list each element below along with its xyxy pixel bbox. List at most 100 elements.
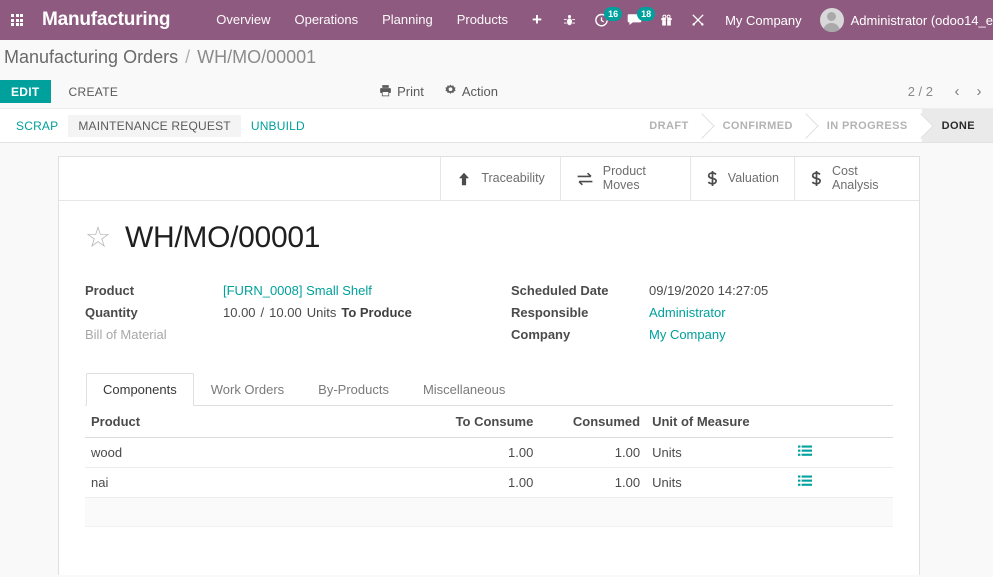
control-panel-actions: Print Action [379, 75, 498, 108]
cell-empty [386, 497, 540, 527]
pager: 2 / 2 ‹ › [908, 75, 993, 108]
list-details-icon[interactable] [797, 445, 812, 459]
smart-button-spacer [59, 157, 442, 200]
add-new-button[interactable]: + [520, 0, 554, 40]
menu-item-operations[interactable]: Operations [282, 0, 370, 40]
status-pipeline: DRAFT CONFIRMED IN PROGRESS DONE [629, 109, 993, 142]
notebook-tabs: Components Work Orders By-Products Misce… [85, 373, 893, 406]
tab-components[interactable]: Components [86, 373, 194, 406]
field-value-company[interactable]: My Company [649, 327, 726, 342]
cell-to-consume[interactable]: 1.00 [386, 437, 540, 468]
tab-miscellaneous[interactable]: Miscellaneous [406, 373, 522, 406]
breadcrumb-current: WH/MO/00001 [197, 47, 317, 67]
cell-consumed[interactable]: 1.00 [539, 467, 647, 498]
user-menu[interactable]: Administrator (odoo14_e [813, 8, 993, 32]
create-button[interactable]: CREATE [57, 75, 131, 108]
smart-button-valuation[interactable]: Valuation [690, 157, 795, 200]
cell-unit-of-measure[interactable]: Units [646, 467, 792, 498]
activity-clock-icon[interactable]: 16 [585, 0, 623, 40]
action-dropdown[interactable]: Action [444, 84, 498, 100]
cell-empty [539, 497, 647, 527]
record-title-row: ☆ WH/MO/00001 [85, 221, 893, 255]
main-menu: Overview Operations Planning Products + [204, 0, 554, 40]
cell-product[interactable]: nai [85, 467, 387, 498]
quantity-total: 10.00 [269, 304, 302, 320]
smart-button-label: Valuation [727, 170, 779, 185]
cell-consumed[interactable]: 1.00 [539, 437, 647, 468]
cell-empty [646, 497, 792, 527]
smart-button-label: Product Moves [602, 163, 646, 192]
print-dropdown[interactable]: Print [379, 84, 424, 100]
action-label: Action [461, 84, 499, 99]
stage-in-progress[interactable]: IN PROGRESS [806, 109, 922, 142]
scrap-button[interactable]: SCRAP [6, 115, 68, 137]
column-header-consumed[interactable]: Consumed [539, 406, 647, 438]
cell-empty [791, 497, 893, 527]
column-header-actions [791, 406, 893, 438]
tools-icon[interactable] [682, 0, 714, 40]
field-label: Product [85, 282, 135, 298]
edit-button[interactable]: EDIT [0, 80, 51, 103]
smart-button-product-moves[interactable]: Product Moves [560, 157, 691, 200]
fields-left-column: Product [FURN_0008] Small Shelf Quantity… [85, 281, 489, 347]
gift-icon[interactable] [651, 0, 682, 40]
field-scheduled-date: Scheduled Date 09/19/2020 14:27:05 [511, 281, 893, 303]
column-header-unit-of-measure[interactable]: Unit of Measure [646, 406, 792, 438]
stage-confirmed[interactable]: CONFIRMED [702, 109, 807, 142]
top-navbar: Manufacturing Overview Operations Planni… [0, 0, 993, 40]
messages-icon[interactable]: 18 [618, 0, 656, 40]
tab-by-products[interactable]: By-Products [301, 373, 406, 406]
status-bar: SCRAP MAINTENANCE REQUEST UNBUILD DRAFT … [0, 108, 993, 143]
company-switcher[interactable]: My Company [714, 13, 813, 28]
form-sheet: Traceability Product Moves Valuation Cos… [58, 156, 920, 575]
column-header-to-consume[interactable]: To Consume [386, 406, 540, 438]
smart-button-label: Traceability [481, 170, 545, 185]
table-body: wood 1.00 1.00 Units nai 1.00 1.00 Units [85, 437, 893, 527]
smart-button-traceability[interactable]: Traceability [441, 157, 561, 200]
pager-next-button[interactable]: › [969, 80, 989, 104]
user-name-label: Administrator (odoo14_e [850, 12, 993, 28]
table-row[interactable]: wood 1.00 1.00 Units [85, 437, 893, 468]
table-header-row: Product To Consume Consumed Unit of Meas… [85, 406, 893, 438]
dollar-icon [706, 170, 719, 187]
column-header-product[interactable]: Product [85, 406, 387, 438]
field-value-quantity: 10.00/10.00 Units To Produce [223, 305, 412, 320]
field-bill-of-material: Bill of Material [85, 325, 489, 347]
quantity-unit: Units [306, 304, 337, 320]
list-details-icon[interactable] [797, 475, 812, 489]
control-panel: EDIT CREATE Print Action 2 / 2 ‹ › [0, 75, 993, 108]
content-area: Traceability Product Moves Valuation Cos… [0, 143, 993, 575]
star-outline-icon[interactable]: ☆ [85, 223, 111, 253]
tab-work-orders[interactable]: Work Orders [194, 373, 301, 406]
menu-item-planning[interactable]: Planning [370, 0, 445, 40]
breadcrumb: Manufacturing Orders / WH/MO/00001 [0, 40, 993, 75]
cell-to-consume[interactable]: 1.00 [386, 467, 540, 498]
breadcrumb-separator: / [185, 47, 191, 67]
field-label: Scheduled Date [511, 282, 609, 298]
page-title: WH/MO/00001 [125, 221, 321, 254]
sheet-body: ☆ WH/MO/00001 Product [FURN_0008] Small … [59, 201, 919, 527]
field-value-responsible[interactable]: Administrator [649, 305, 726, 320]
stage-draft[interactable]: DRAFT [629, 109, 703, 142]
print-label: Print [397, 84, 424, 99]
field-company: Company My Company [511, 325, 893, 347]
cell-product[interactable]: wood [85, 437, 387, 468]
breadcrumb-parent[interactable]: Manufacturing Orders [4, 47, 178, 68]
unbuild-button[interactable]: UNBUILD [241, 115, 315, 137]
bug-icon[interactable] [554, 0, 585, 40]
cell-actions [791, 437, 893, 468]
record-fields: Product [FURN_0008] Small Shelf Quantity… [85, 281, 893, 347]
maintenance-request-button[interactable]: MAINTENANCE REQUEST [68, 114, 241, 137]
field-value-product[interactable]: [FURN_0008] Small Shelf [223, 283, 372, 298]
menu-item-products[interactable]: Products [445, 0, 520, 40]
apps-menu-button[interactable] [0, 0, 34, 40]
table-row[interactable]: nai 1.00 1.00 Units [85, 467, 893, 498]
menu-item-overview[interactable]: Overview [204, 0, 282, 40]
pager-previous-button[interactable]: ‹ [947, 80, 967, 104]
pager-count: 2 / 2 [907, 84, 933, 99]
field-label: Company [511, 326, 571, 342]
cell-unit-of-measure[interactable]: Units [646, 437, 792, 468]
smart-button-cost-analysis[interactable]: Cost Analysis [795, 157, 919, 200]
up-arrow-icon [456, 171, 472, 187]
table-header: Product To Consume Consumed Unit of Meas… [85, 406, 893, 438]
